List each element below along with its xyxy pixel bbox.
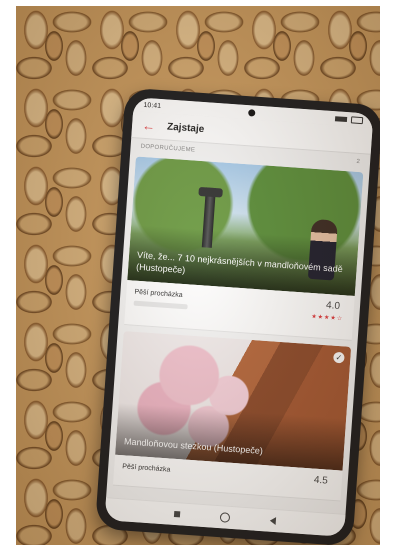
battery-icon [350,115,364,124]
status-time: 10:41 [143,101,162,110]
recents-icon[interactable] [173,510,181,518]
arrow-left-icon[interactable]: ← [142,117,156,133]
trip-rating: 4.0 [325,300,341,313]
app-title: Zajstaje [166,121,205,135]
rating-stars: ★★★★☆ [311,314,344,323]
section-label: DOPORUČUJEME [140,143,196,154]
phone-screen: 10:41 ← Zajstaje DOPORUČUJEME 2 Víte, že… [104,97,374,537]
smartphone: 10:41 ← Zajstaje DOPORUČUJEME 2 Víte, že… [94,87,380,545]
lookout-tower [201,187,216,248]
trip-card-1[interactable]: Víte, že... 7 10 nejkrásnějších v mandlo… [127,156,364,297]
trip-type-label: Pěší procházka [122,463,171,474]
front-camera [248,108,256,117]
signal-icon [334,115,348,122]
trip-card-2[interactable]: ✓ Mandloňovou stezkou (Hustopeče) [115,330,352,471]
trip-type-label: Pěší procházka [134,288,183,300]
almonds-background-photo: 10:41 ← Zajstaje DOPORUČUJEME 2 Víte, že… [16,6,380,545]
trip-subtitle-placeholder [133,300,188,310]
section-count: 2 [356,158,361,166]
check-icon[interactable]: ✓ [333,351,345,364]
home-icon[interactable] [219,512,231,523]
trip-rating: 4.5 [313,474,329,487]
android-nav-bar [104,497,346,537]
back-triangle-icon[interactable] [269,516,277,526]
